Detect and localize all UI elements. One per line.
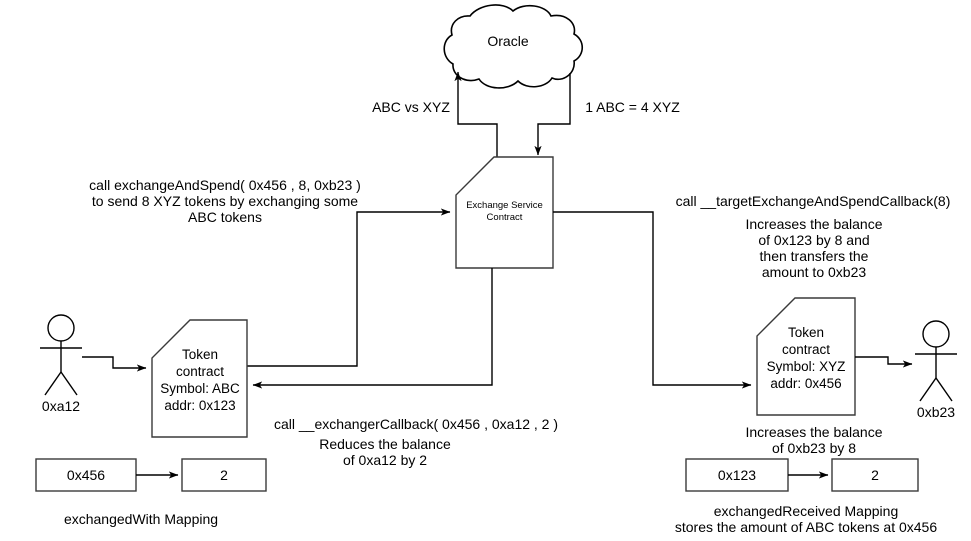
actor-right-figure (915, 320, 957, 402)
mapping-right-key-label: 0x123 (717, 467, 757, 483)
actor-left-figure (40, 314, 82, 396)
mapping-right-value-label: 2 (871, 467, 879, 483)
edge-user-call (247, 208, 451, 367)
exchange-service-contract-label: Exchange Service Contract (466, 200, 543, 223)
edge-user-to-abc (82, 356, 147, 372)
edge-label-exchanger-callback-detail: Reduces the balance of 0xa12 by 2 (319, 436, 451, 468)
mapping-left-value-label: 2 (220, 467, 228, 483)
edge-label-exchanger-callback: call __exchangerCallback( 0x456 , 0xa12 … (273, 416, 559, 432)
actor-left-label: 0xa12 (41, 398, 81, 414)
edge-label-oracle-request: ABC vs XYZ (372, 99, 450, 115)
edge-label-oracle-response: 1 ABC = 4 XYZ (585, 99, 680, 115)
mapping-left-caption: exchangedWith Mapping (63, 511, 219, 527)
actor-right-label: 0xb23 (916, 404, 956, 420)
mapping-right-caption: exchangedReceived Mapping stores the amo… (674, 503, 938, 535)
edge-label-target-callback-detail: Increases the balance of 0x123 by 8 and … (745, 216, 883, 280)
edge-label-increase-b23: Increases the balance of 0xb23 by 8 (745, 424, 883, 456)
edge-label-target-callback: call __targetExchangeAndSpendCallback(8) (675, 193, 951, 209)
diagram-canvas: Oracle Exchange Service Contract Token c… (0, 0, 971, 541)
token-contract-xyz-label: Token contract Symbol: XYZ addr: 0x456 (766, 325, 846, 391)
edge-xyz-to-user (855, 356, 913, 368)
token-contract-abc-label: Token contract Symbol: ABC addr: 0x123 (160, 347, 240, 413)
oracle-label: Oracle (487, 33, 529, 49)
mapping-left-key-label: 0x456 (66, 467, 106, 483)
edge-label-user-call: call exchangeAndSpend( 0x456 , 8, 0xb23 … (89, 177, 361, 225)
edge-exchanger-callback (252, 268, 493, 389)
